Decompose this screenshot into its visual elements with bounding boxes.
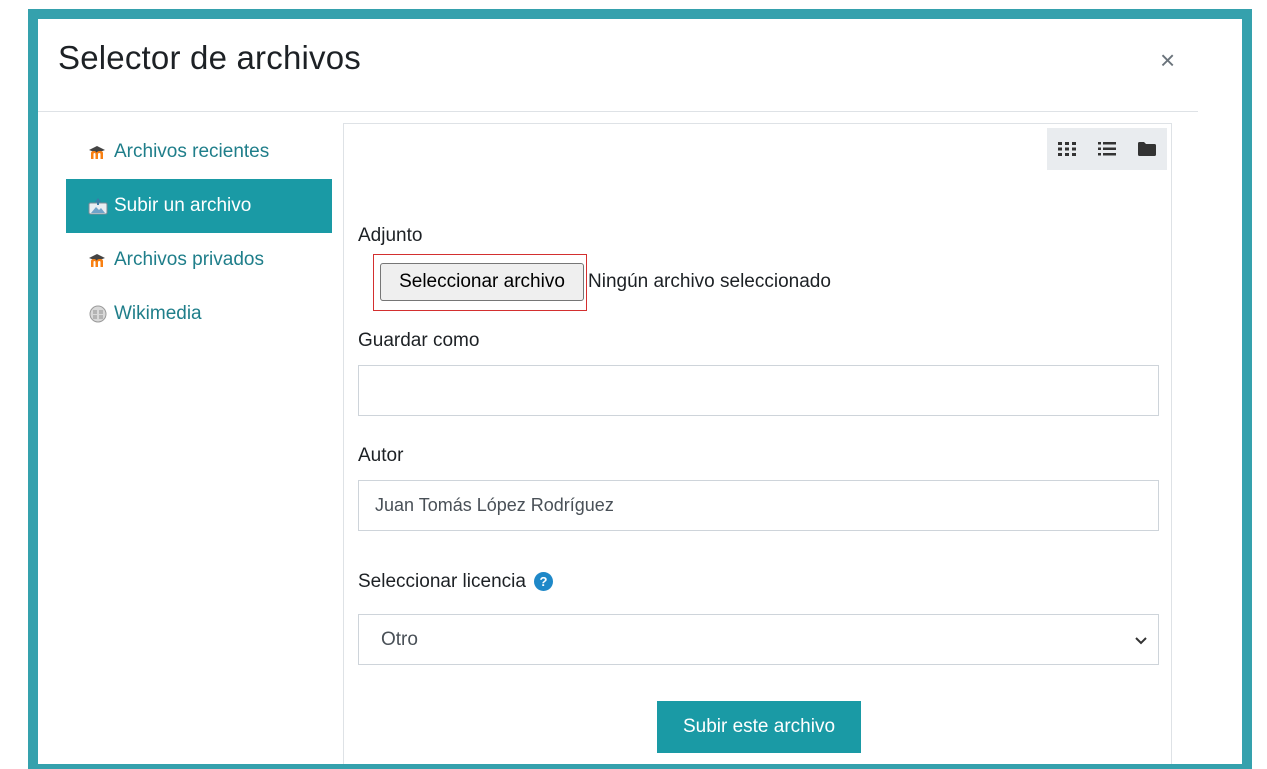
dialog-title: Selector de archivos [58, 39, 361, 76]
sidebar-item-label: Wikimedia [114, 303, 202, 324]
file-status-text: Ningún archivo seleccionado [588, 271, 831, 292]
attachment-label: Adjunto [358, 225, 423, 246]
sidebar-item-label: Archivos privados [114, 249, 264, 270]
help-icon[interactable]: ? [533, 572, 553, 592]
author-input[interactable]: Juan Tomás López Rodríguez [358, 480, 1159, 531]
list-view-icon[interactable] [1087, 128, 1127, 170]
save-as-label: Guardar como [358, 330, 480, 351]
chevron-down-icon [1134, 631, 1148, 645]
sidebar-item-private-files[interactable]: Archivos privados [66, 233, 332, 287]
close-button[interactable]: × [1160, 47, 1175, 73]
sidebar-item-label: Subir un archivo [114, 195, 252, 216]
sidebar-item-wikimedia[interactable]: Wikimedia [66, 287, 332, 341]
license-selected-value: Otro [381, 628, 418, 650]
sidebar-item-label: Archivos recientes [114, 141, 270, 162]
repository-sidebar: Archivos recientes Subir un archivo Arch… [66, 125, 332, 341]
moodle-icon [88, 250, 108, 270]
license-select[interactable]: Otro [358, 614, 1159, 665]
view-toggle-bar [1047, 128, 1167, 170]
sidebar-item-recent-files[interactable]: Archivos recientes [66, 125, 332, 179]
file-picker-dialog: Selector de archivos × Archivos reciente… [38, 19, 1242, 764]
author-label: Autor [358, 445, 404, 466]
upload-icon [88, 196, 108, 216]
wikimedia-icon [88, 304, 108, 324]
moodle-icon [88, 142, 108, 162]
save-as-input[interactable] [358, 365, 1159, 416]
choose-file-button[interactable]: Seleccionar archivo [380, 263, 584, 301]
outer-frame: Selector de archivos × Archivos reciente… [28, 9, 1252, 769]
sidebar-item-upload-file[interactable]: Subir un archivo [66, 179, 332, 233]
license-label-row: Seleccionar licencia? [358, 571, 553, 593]
license-label: Seleccionar licencia [358, 571, 526, 592]
upload-file-button[interactable]: Subir este archivo [657, 701, 861, 753]
file-chooser-highlight: Seleccionar archivo [373, 254, 587, 311]
folder-view-icon[interactable] [1127, 128, 1167, 170]
grid-view-icon[interactable] [1047, 128, 1087, 170]
dialog-header: Selector de archivos × [38, 19, 1198, 112]
upload-panel: Adjunto Seleccionar archivo Ningún archi… [343, 123, 1172, 764]
